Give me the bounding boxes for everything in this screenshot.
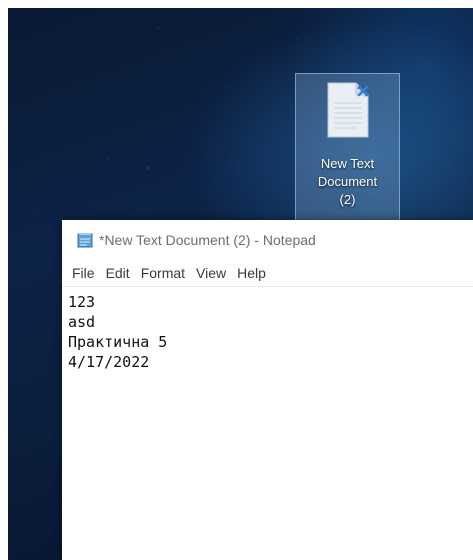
- desktop-icon-label-line: (2): [339, 192, 356, 207]
- screen: New Text Document (2) *New Text Document…: [0, 0, 473, 560]
- text-editor-area[interactable]: 123 asd Практична 5 4/17/2022: [62, 287, 473, 372]
- notepad-icon[interactable]: [76, 231, 94, 249]
- desktop-file-icon-selected[interactable]: New Text Document (2): [295, 73, 400, 223]
- editor-line: asd: [68, 313, 96, 331]
- menu-edit[interactable]: Edit: [102, 263, 134, 283]
- editor-line: Практична 5: [68, 333, 168, 351]
- menu-file[interactable]: File: [68, 263, 99, 283]
- desktop-icon-label: New Text Document (2): [296, 155, 399, 209]
- window-title: *New Text Document (2) - Notepad: [99, 232, 316, 248]
- menu-format[interactable]: Format: [137, 263, 189, 283]
- desktop-icon-label-line: New Text: [320, 156, 375, 171]
- title-bar[interactable]: *New Text Document (2) - Notepad: [62, 220, 473, 260]
- text-document-icon: [326, 81, 370, 139]
- editor-line: 123: [68, 293, 96, 311]
- desktop-icon-label-line: Document: [317, 174, 378, 189]
- menu-view[interactable]: View: [192, 263, 230, 283]
- editor-line: 4/17/2022: [68, 353, 150, 371]
- menu-bar: File Edit Format View Help: [62, 260, 473, 287]
- notepad-window: *New Text Document (2) - Notepad File Ed…: [62, 220, 473, 560]
- menu-help[interactable]: Help: [233, 263, 270, 283]
